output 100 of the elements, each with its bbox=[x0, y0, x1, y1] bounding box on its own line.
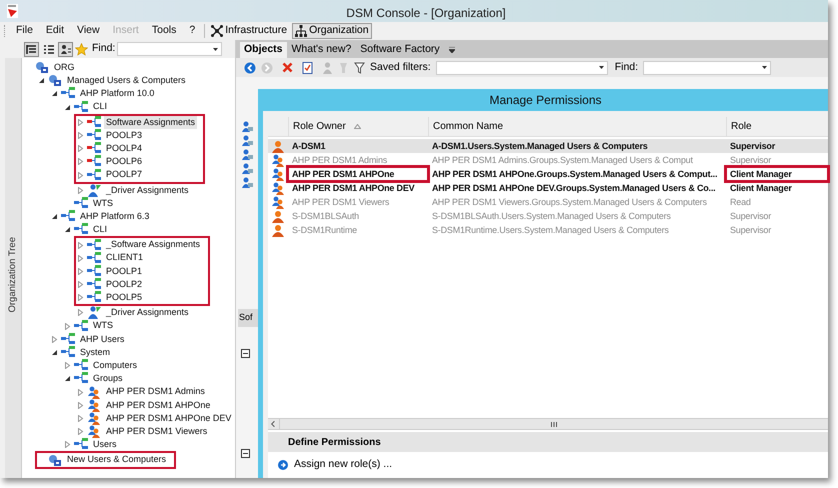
tree-item[interactable]: POOLP1 bbox=[104, 264, 144, 278]
tree-item[interactable]: Groups bbox=[91, 372, 125, 386]
tree-item[interactable]: System bbox=[78, 346, 112, 360]
collapsed-icon[interactable] bbox=[77, 158, 84, 166]
tree-item[interactable]: AHP Platform 6.3 bbox=[78, 210, 152, 224]
tree-item[interactable]: Users bbox=[91, 438, 119, 452]
assign-role-link[interactable]: Assign new role(s) ... bbox=[294, 457, 392, 473]
expanded-icon[interactable] bbox=[64, 375, 71, 382]
tree-item[interactable]: Software Assignments bbox=[104, 116, 198, 130]
tab[interactable]: What's new? bbox=[288, 42, 356, 58]
collapsed-icon[interactable] bbox=[64, 362, 71, 370]
horizontal-scrollbar[interactable] bbox=[268, 418, 828, 430]
table-row[interactable]: AHP PER DSM1 AHPOne DEV AHP PER DSM1 AHPOne DEV.Groups.System.Managed Users & Co... Client Manager bbox=[268, 181, 828, 195]
tree-item[interactable]: POOLP4 bbox=[104, 142, 144, 156]
collapsed-icon[interactable] bbox=[77, 414, 84, 422]
collapsed-icon[interactable] bbox=[51, 336, 58, 343]
tree-item[interactable]: POOLP5 bbox=[104, 291, 144, 305]
expanded-icon[interactable] bbox=[51, 90, 58, 98]
view-button[interactable]: Organization bbox=[292, 23, 372, 39]
menu-item[interactable]: Edit bbox=[40, 23, 70, 39]
table-row[interactable]: S-DSM1Runtime S-DSM1Runtime.Users.System.Managed Users & Computers Supervisor bbox=[268, 223, 828, 237]
collapse-icon[interactable] bbox=[241, 349, 250, 358]
collapse-icon[interactable] bbox=[241, 449, 250, 458]
expanded-icon[interactable] bbox=[38, 77, 45, 84]
checklist-icon[interactable] bbox=[302, 62, 313, 74]
column-header[interactable]: Role Owner bbox=[288, 117, 428, 136]
collapsed-icon[interactable] bbox=[77, 281, 84, 288]
collapsed-icon[interactable] bbox=[77, 118, 84, 126]
tree-item[interactable]: Computers bbox=[91, 358, 140, 372]
background-tab[interactable]: Sof bbox=[238, 309, 258, 327]
user-view-button[interactable] bbox=[58, 42, 73, 56]
collapsed-icon[interactable] bbox=[64, 441, 71, 448]
tree-item[interactable]: POOLP6 bbox=[104, 155, 144, 169]
tree-item[interactable]: New Users & Computers bbox=[65, 453, 168, 467]
expanded-icon[interactable] bbox=[51, 349, 58, 356]
tree-view-button[interactable] bbox=[24, 42, 39, 56]
expanded-icon[interactable] bbox=[64, 104, 71, 111]
view-button[interactable]: Infrastructure bbox=[208, 23, 290, 39]
collapsed-icon[interactable] bbox=[77, 186, 84, 194]
user-icon[interactable] bbox=[322, 62, 333, 74]
collapsed-icon[interactable] bbox=[77, 309, 84, 316]
find-combo[interactable] bbox=[643, 60, 772, 74]
tree-item[interactable]: POOLP2 bbox=[104, 278, 144, 292]
menu-item[interactable]: View bbox=[71, 23, 106, 39]
collapsed-icon[interactable] bbox=[77, 294, 84, 302]
scroll-grip-icon bbox=[551, 422, 557, 426]
table-row[interactable]: AHP PER DSM1 AHPOne AHP PER DSM1 AHPOne.Groups.System.Managed Users & Comput... Client Manager bbox=[268, 167, 828, 181]
collapsed-icon[interactable] bbox=[77, 428, 84, 436]
tree-item[interactable]: AHP Users bbox=[78, 332, 126, 346]
tree-item[interactable]: AHP PER DSM1 Admins bbox=[104, 385, 207, 399]
tree-item[interactable]: WTS bbox=[91, 319, 115, 333]
side-tab[interactable]: Organization Tree bbox=[5, 58, 22, 478]
delete-icon[interactable] bbox=[282, 62, 293, 73]
collapsed-icon[interactable] bbox=[77, 388, 84, 396]
table-row[interactable]: A-DSM1 A-DSM1.Users.System.Managed Users & Computers Supervisor bbox=[268, 139, 828, 153]
back-icon[interactable] bbox=[244, 62, 256, 74]
tab-menu-icon[interactable] bbox=[448, 47, 455, 53]
table-row[interactable]: S-DSM1BLSAuth S-DSM1BLSAuth.Users.System.Managed Users & Computers Supervisor bbox=[268, 209, 828, 223]
saved-filters-combo[interactable] bbox=[436, 60, 608, 74]
column-header[interactable]: Role bbox=[726, 117, 828, 136]
tree-item[interactable]: _Driver Assignments bbox=[104, 184, 191, 198]
collapsed-icon[interactable] bbox=[77, 242, 84, 249]
menu-item[interactable]: ? bbox=[183, 23, 202, 39]
filter-icon[interactable] bbox=[354, 62, 365, 74]
menu-item[interactable]: File bbox=[10, 23, 39, 39]
collapsed-icon[interactable] bbox=[77, 254, 84, 262]
column-header[interactable]: Common Name bbox=[428, 117, 726, 136]
tree-item[interactable]: ORG bbox=[52, 60, 77, 74]
user-icon bbox=[242, 149, 252, 160]
tab[interactable]: Software Factory bbox=[356, 42, 444, 58]
forward-icon[interactable] bbox=[261, 62, 273, 74]
menu-item[interactable]: Tools bbox=[146, 23, 182, 39]
tree-item[interactable]: _Driver Assignments bbox=[104, 306, 191, 320]
table-cell-text: Read bbox=[729, 196, 752, 209]
tree-item[interactable]: AHP PER DSM1 Viewers bbox=[104, 424, 210, 438]
tree-item[interactable]: CLIENT1 bbox=[104, 251, 146, 265]
collapsed-icon[interactable] bbox=[64, 322, 71, 330]
tree-item[interactable]: WTS bbox=[91, 196, 115, 210]
table-cell-text: A-DSM1 bbox=[291, 140, 326, 153]
tree-item[interactable]: AHP Platform 10.0 bbox=[78, 87, 156, 101]
collapsed-icon[interactable] bbox=[77, 268, 84, 275]
user-group-icon bbox=[271, 154, 285, 166]
tree-item[interactable]: AHP PER DSM1 AHPOne DEV bbox=[104, 412, 234, 426]
collapsed-icon[interactable] bbox=[77, 172, 84, 179]
expanded-icon[interactable] bbox=[51, 213, 58, 220]
tab[interactable]: Objects bbox=[240, 42, 287, 58]
node-icon bbox=[87, 238, 101, 252]
tree-item[interactable]: CLI bbox=[91, 223, 110, 237]
find-combo[interactable] bbox=[117, 42, 222, 56]
tree-item[interactable]: AHP PER DSM1 AHPOne bbox=[104, 398, 212, 412]
collapsed-icon[interactable] bbox=[77, 145, 84, 152]
star-icon[interactable] bbox=[75, 42, 88, 56]
tree-item[interactable]: Managed Users & Computers bbox=[65, 74, 188, 88]
tree-item[interactable]: POOLP3 bbox=[104, 128, 144, 142]
tree-item[interactable]: CLI bbox=[91, 100, 110, 114]
tree-item[interactable]: _Software Assignments bbox=[104, 238, 202, 252]
collapsed-icon[interactable] bbox=[77, 402, 84, 409]
expanded-icon[interactable] bbox=[64, 226, 71, 234]
collapsed-icon[interactable] bbox=[77, 132, 84, 140]
tree-item[interactable]: POOLP7 bbox=[104, 168, 144, 182]
